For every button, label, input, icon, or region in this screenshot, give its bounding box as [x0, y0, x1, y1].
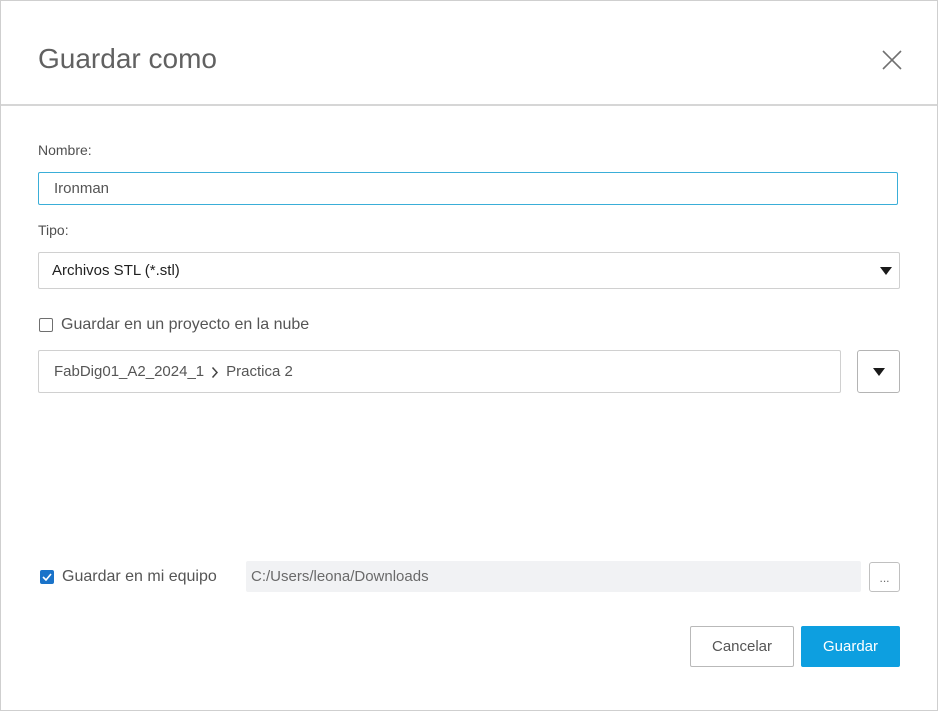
local-save-label: Guardar en mi equipo — [62, 568, 217, 585]
close-icon — [882, 50, 902, 70]
chevron-right-icon — [211, 366, 219, 378]
check-icon — [42, 573, 52, 581]
cancel-button[interactable]: Cancelar — [690, 626, 794, 667]
name-label: Nombre: — [38, 142, 92, 158]
dialog-header: Guardar como — [1, 1, 937, 106]
local-save-checkbox-row[interactable]: Guardar en mi equipo — [40, 568, 217, 586]
cloud-save-checkbox[interactable] — [39, 318, 53, 332]
save-as-dialog: Guardar como Nombre: Tipo: Archivos STL … — [0, 0, 938, 711]
caret-down-icon — [873, 253, 899, 288]
cloud-save-checkbox-row[interactable]: Guardar en un proyecto en la nube — [39, 316, 309, 334]
project-dropdown-button[interactable] — [857, 350, 900, 393]
caret-down-icon — [872, 367, 885, 376]
cloud-project-path[interactable]: FabDig01_A2_2024_1 Practica 2 — [38, 350, 841, 393]
name-input[interactable] — [38, 172, 898, 205]
close-button[interactable] — [879, 47, 905, 73]
cloud-save-label: Guardar en un proyecto en la nube — [61, 316, 310, 333]
file-type-selected: Archivos STL (*.stl) — [52, 262, 180, 279]
local-path-field: C:/Users/leona/Downloads — [246, 561, 861, 592]
file-type-select[interactable]: Archivos STL (*.stl) — [38, 252, 900, 289]
dialog-title: Guardar como — [38, 43, 217, 74]
breadcrumb-project: FabDig01_A2_2024_1 — [54, 363, 205, 380]
browse-button[interactable]: ... — [869, 562, 900, 592]
local-save-checkbox[interactable] — [40, 570, 54, 584]
breadcrumb-folder: Practica 2 — [226, 363, 293, 380]
type-label: Tipo: — [38, 222, 69, 238]
save-button[interactable]: Guardar — [801, 626, 900, 667]
